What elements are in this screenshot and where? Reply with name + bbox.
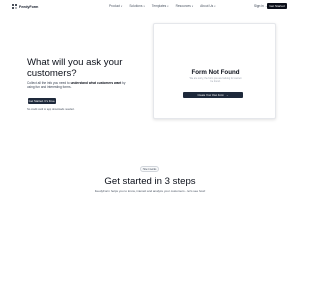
chevron-down-icon: ▾: [143, 4, 145, 8]
steps-title: Get started in 3 steps: [104, 176, 196, 187]
chevron-down-icon: ▾: [191, 4, 194, 8]
create-form-label: Create Your Own Form: [197, 93, 224, 97]
top-nav: FeedyForm Product ▾ Solutions ▾ Templates ▾…: [0, 0, 300, 14]
menu-item-label: Resources: [175, 4, 191, 8]
logo-icon: [12, 4, 17, 9]
hero-note: No credit card or app downloads needed.: [27, 108, 75, 111]
menu-item-about-us[interactable]: About Us ▾: [200, 4, 215, 8]
sign-in-label: Sign in: [254, 4, 264, 8]
logo-text: FeedyForm: [19, 4, 39, 9]
chevron-down-icon: ▾: [121, 4, 123, 8]
menu-item-resources[interactable]: Resources ▾: [176, 4, 194, 8]
card-message: We are sorry, the form you are looking f…: [189, 77, 242, 83]
logo[interactable]: FeedyForm: [12, 4, 38, 9]
chevron-down-icon: ▾: [214, 4, 216, 8]
get-started-button[interactable]: Get Started: [267, 3, 287, 9]
hero-description: Collect all the info you need to underst…: [27, 81, 127, 89]
menu-item-label: Templates: [151, 4, 167, 8]
hero-cta-button[interactable]: Get Started. It's Free.: [28, 98, 56, 104]
menu-item-label: About Us: [200, 4, 214, 8]
menu-item-templates[interactable]: Templates ▾: [152, 4, 169, 8]
menu-item-label: Product: [109, 4, 120, 8]
form-preview-card: Form Not Found We are sorry, the form yo…: [153, 23, 276, 119]
hero-title: What will you ask your customers?: [27, 57, 123, 79]
card-title: Form Not Found: [191, 69, 240, 76]
menu-item-solutions[interactable]: Solutions ▾: [129, 4, 144, 8]
hero-desc-bold: understand what customers want: [70, 81, 122, 85]
how-it-works-badge: How it works: [140, 166, 159, 172]
main-menu: Product ▾ Solutions ▾ Templates ▾ Resources…: [109, 4, 216, 8]
create-form-button[interactable]: Create Your Own Form →: [183, 92, 243, 98]
arrow-right-icon: →: [225, 93, 229, 97]
sign-in-link[interactable]: Sign in→: [254, 4, 268, 8]
chevron-down-icon: ▾: [167, 4, 169, 8]
steps-subtitle: FeedyForm helps you to know, interact an…: [94, 189, 206, 193]
menu-item-label: Solutions: [129, 4, 143, 8]
menu-item-product[interactable]: Product ▾: [109, 4, 122, 8]
